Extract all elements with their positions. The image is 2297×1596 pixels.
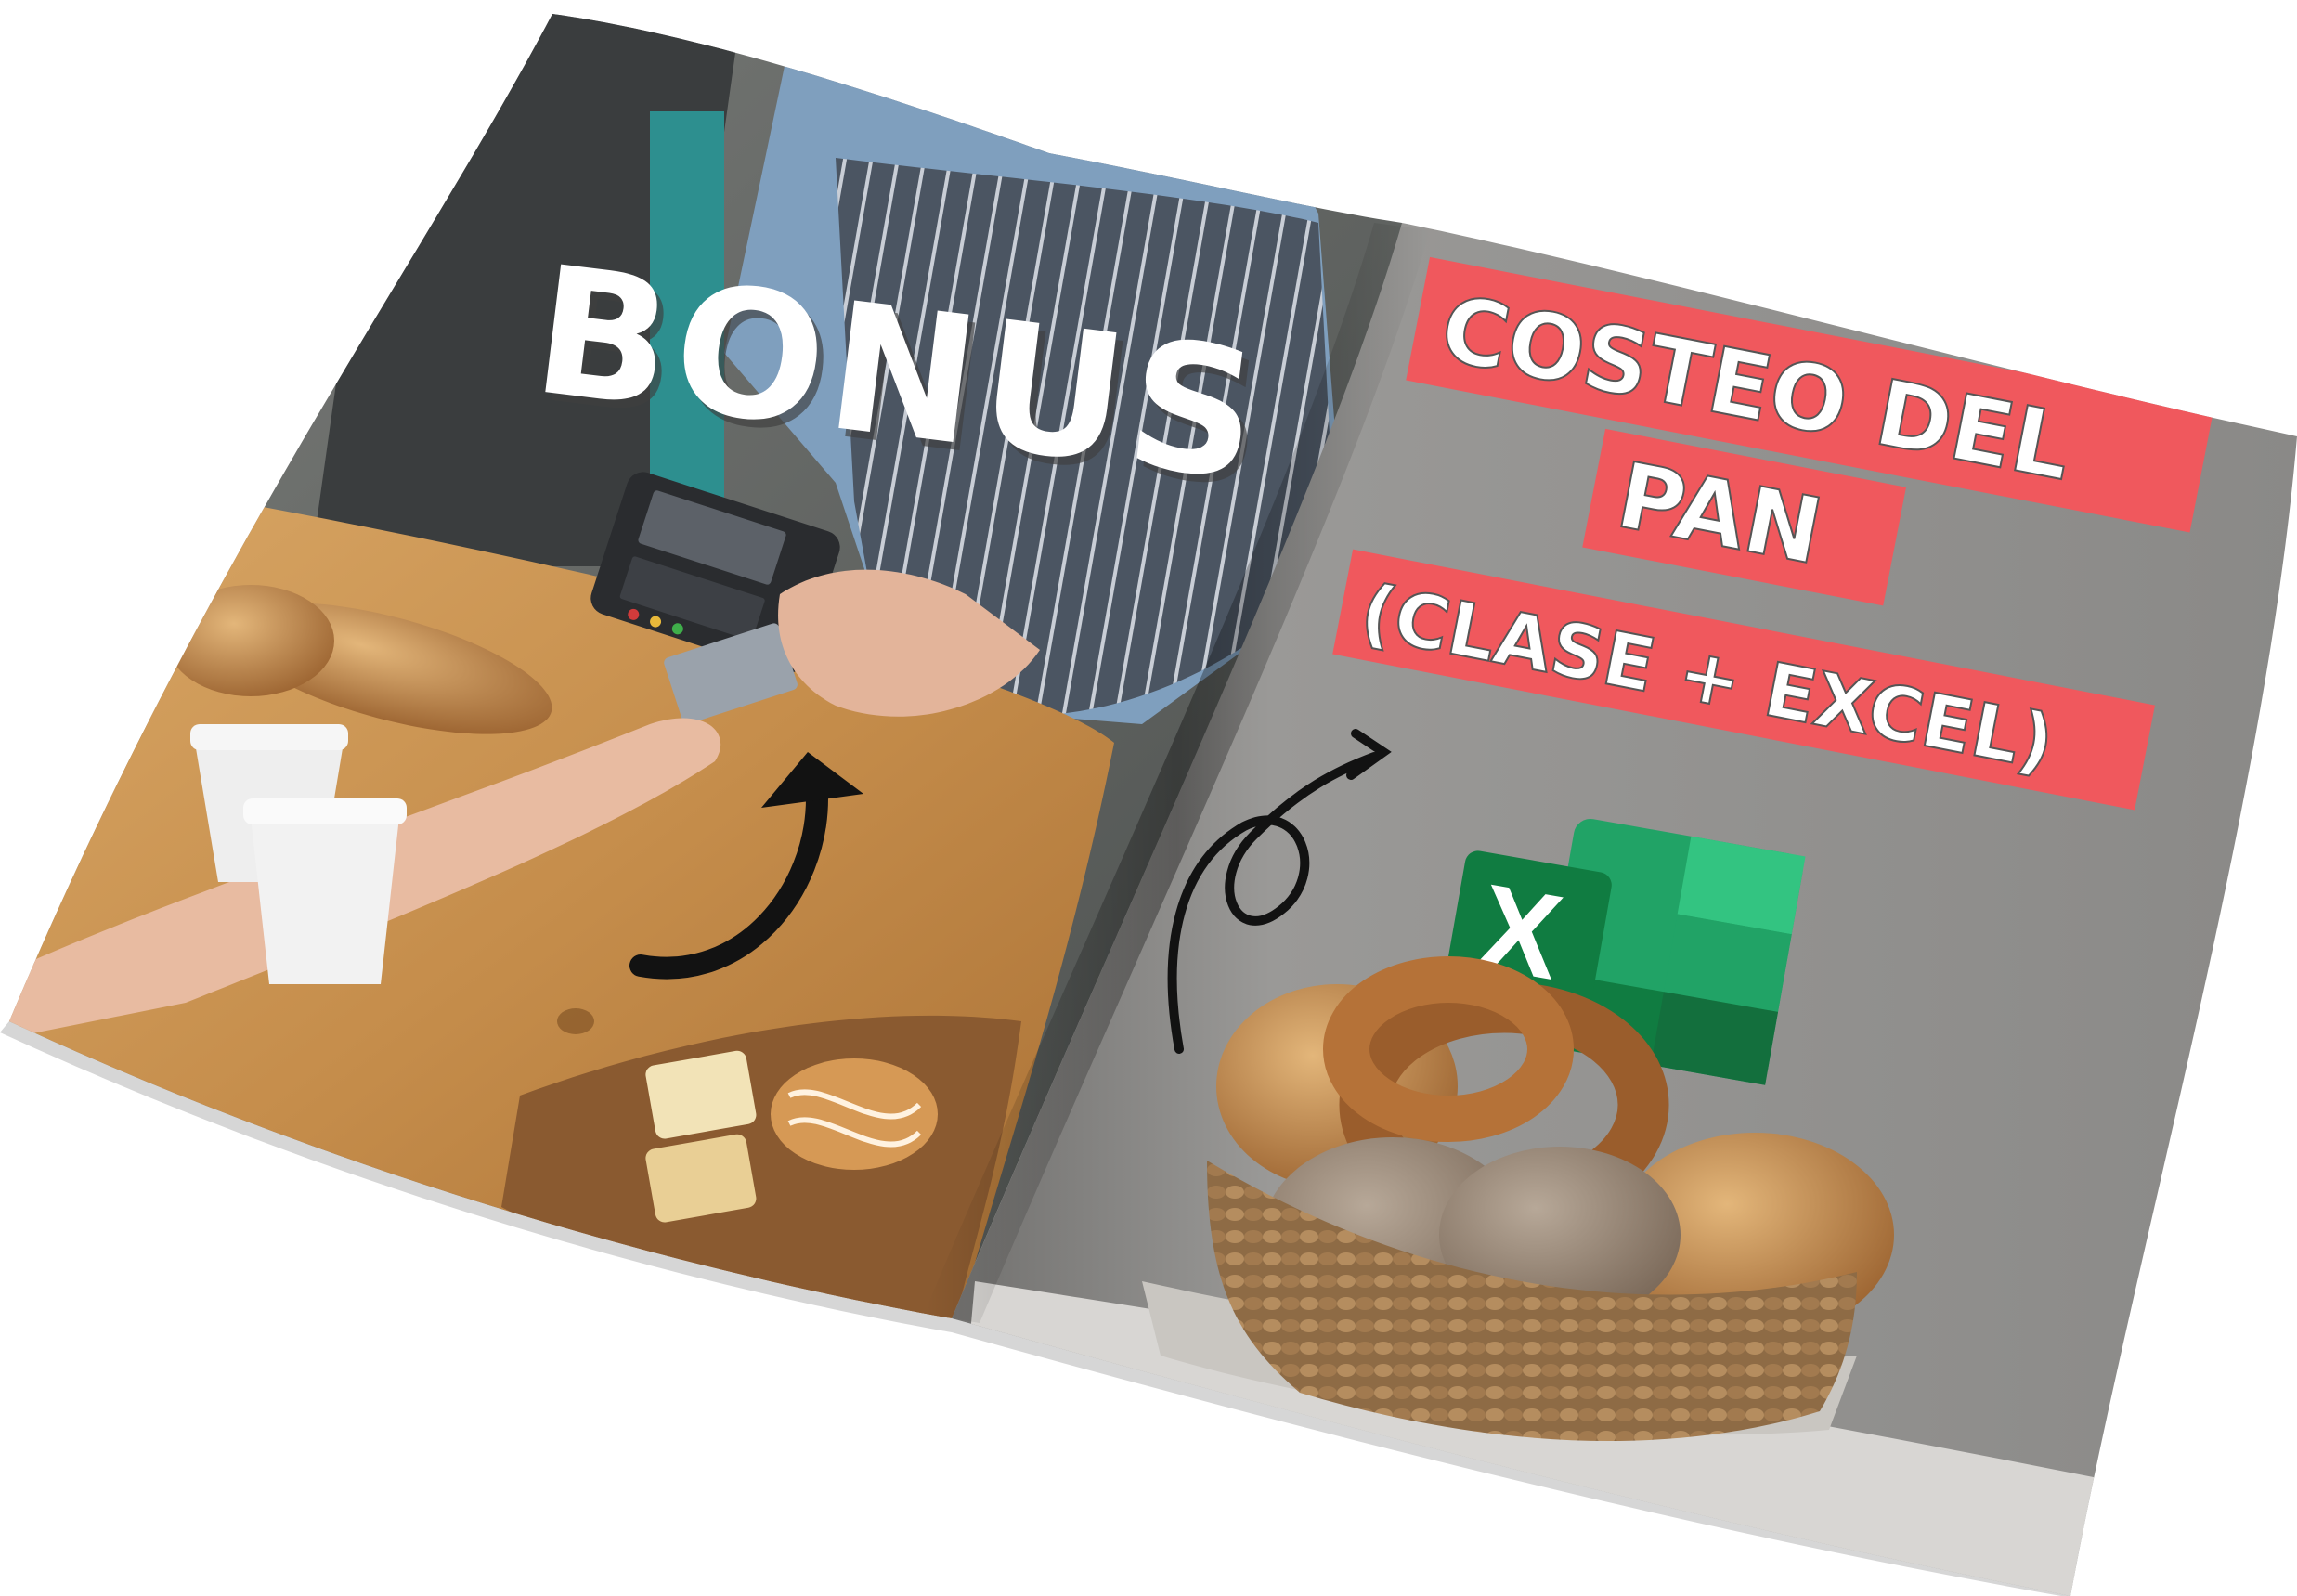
magazine-mockup: BONUS BONUS COSTEO DEL PAN (CLASE + EXCE… bbox=[0, 14, 2297, 1596]
